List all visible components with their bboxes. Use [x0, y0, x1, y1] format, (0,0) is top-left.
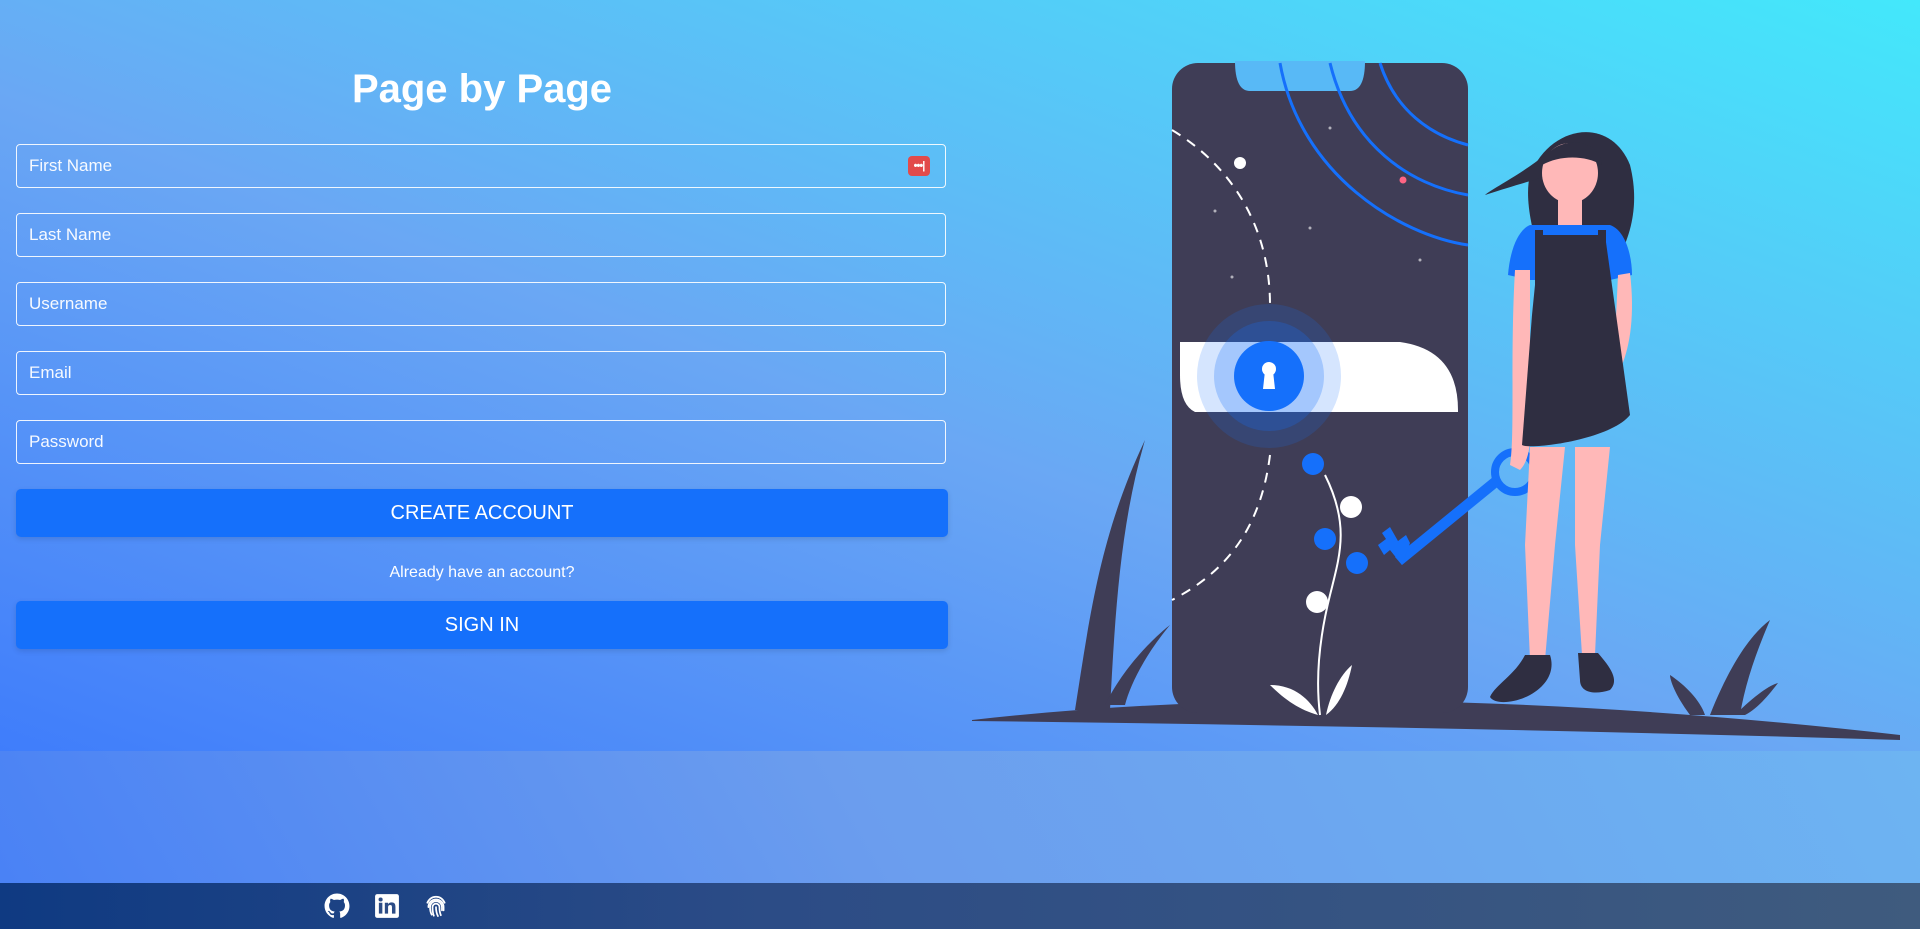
- fingerprint-icon[interactable]: [423, 893, 449, 919]
- signin-hint: Already have an account?: [389, 564, 575, 581]
- phone-notch: [1235, 61, 1365, 91]
- page-title: Page by Page: [351, 67, 613, 111]
- last-name-field[interactable]: [16, 213, 946, 257]
- first-name-field[interactable]: [16, 144, 946, 188]
- leaf-left-small: [1105, 625, 1170, 705]
- create-account-button[interactable]: CREATE ACCOUNT: [16, 489, 948, 537]
- linkedin-icon[interactable]: [374, 893, 400, 919]
- sign-in-button[interactable]: SIGN IN: [16, 601, 948, 649]
- email-field[interactable]: [16, 351, 946, 395]
- username-field[interactable]: [16, 282, 946, 326]
- password-field[interactable]: [16, 420, 946, 464]
- footer: [0, 883, 1920, 929]
- lower-section: [0, 751, 1920, 883]
- security-illustration: [972, 61, 1900, 740]
- leaf-right-small: [1670, 675, 1705, 715]
- keyhole-icon: [1263, 371, 1275, 389]
- github-icon[interactable]: [324, 893, 350, 919]
- password-manager-icon[interactable]: •••|: [908, 156, 930, 176]
